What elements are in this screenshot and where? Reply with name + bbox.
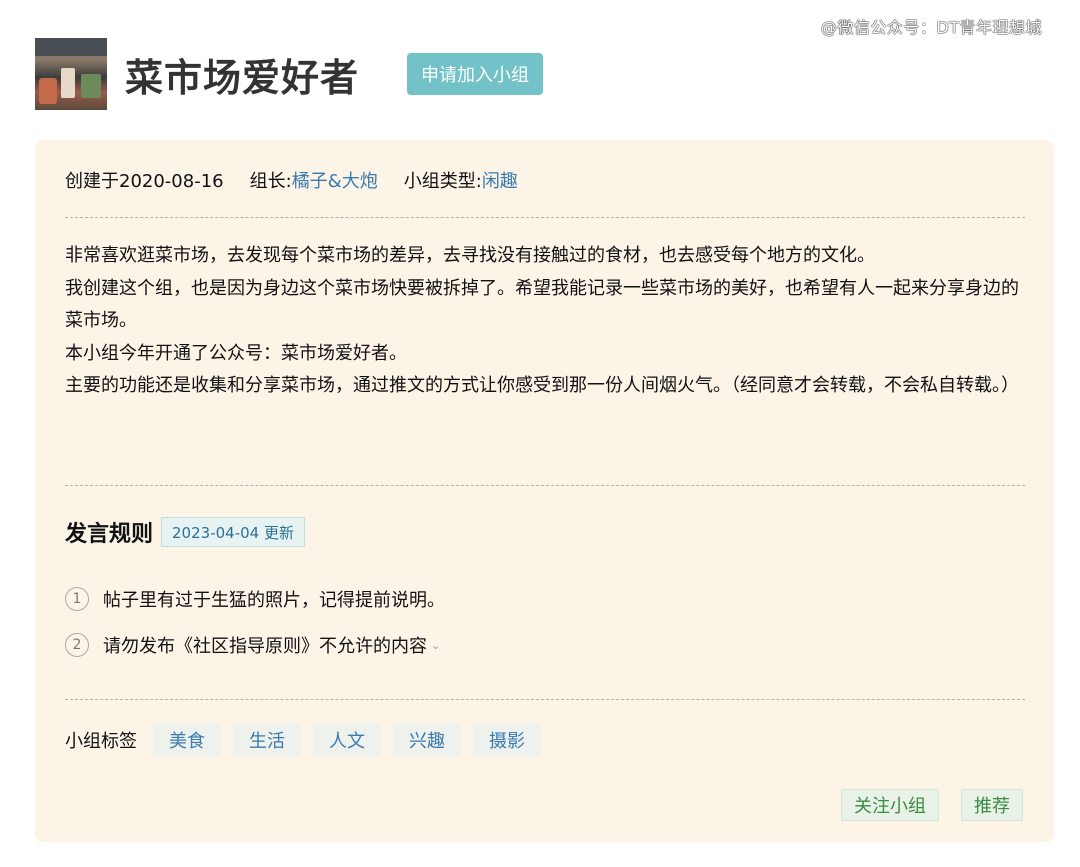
group-header: 菜市场爱好者 申请加入小组 bbox=[35, 38, 544, 110]
watermark: @微信公众号：DT青年理想城 bbox=[820, 18, 1042, 37]
rule-item: 1 帖子里有过于生猛的照片，记得提前说明。 bbox=[65, 586, 445, 612]
rule-item[interactable]: 2 请勿发布《社区指导原则》不允许的内容 ⌄ bbox=[65, 632, 440, 658]
rule-text[interactable]: 请勿发布《社区指导原则》不允许的内容 bbox=[103, 632, 427, 658]
divider bbox=[65, 485, 1025, 486]
rule-text: 帖子里有过于生猛的照片，记得提前说明。 bbox=[103, 590, 445, 611]
description-line: 主要的功能还是收集和分享菜市场，通过推文的方式让你感受到那一份人间烟火气。（经同… bbox=[65, 375, 1019, 396]
divider bbox=[65, 699, 1025, 700]
group-type-link[interactable]: 闲趣 bbox=[482, 167, 518, 193]
created-date: 创建于2020-08-16 bbox=[65, 171, 224, 192]
tag-item[interactable]: 生活 bbox=[233, 723, 301, 757]
group-info-card: 创建于2020-08-16 组长: 橘子&大炮 小组类型: 闲趣 非常喜欢逛菜市… bbox=[35, 140, 1054, 842]
description-line: 非常喜欢逛菜市场，去发现每个菜市场的差异，去寻找没有接触过的食材，也去感受每个地… bbox=[65, 245, 875, 266]
tags-label: 小组标签 bbox=[65, 731, 137, 752]
description-line: 我创建这个组，也是因为身边这个菜市场快要被拆掉了。希望我能记录一些菜市场的美好，… bbox=[65, 277, 1019, 332]
rule-number-icon: 1 bbox=[65, 587, 89, 611]
follow-group-button[interactable]: 关注小组 bbox=[841, 789, 939, 821]
rules-header: 发言规则 2023-04-04 更新 bbox=[65, 516, 305, 548]
chevron-down-icon[interactable]: ⌄ bbox=[431, 639, 440, 652]
rules-title: 发言规则 bbox=[65, 522, 154, 547]
description-line: 本小组今年开通了公众号：菜市场爱好者。 bbox=[65, 342, 407, 364]
rules-updated-badge: 2023-04-04 更新 bbox=[161, 517, 305, 547]
leader-link[interactable]: 橘子&大炮 bbox=[292, 167, 378, 193]
divider bbox=[65, 217, 1025, 218]
group-meta: 创建于2020-08-16 组长: 橘子&大炮 小组类型: 闲趣 bbox=[65, 167, 518, 193]
tag-item[interactable]: 人文 bbox=[313, 723, 381, 757]
group-tags: 小组标签 美食 生活 人文 兴趣 摄影 bbox=[65, 723, 553, 757]
group-type-label: 小组类型: bbox=[403, 171, 482, 192]
tag-item[interactable]: 摄影 bbox=[473, 723, 541, 757]
recommend-button[interactable]: 推荐 bbox=[961, 789, 1023, 821]
group-description: 非常喜欢逛菜市场，去发现每个菜市场的差异，去寻找没有接触过的食材，也去感受每个地… bbox=[65, 240, 1025, 403]
group-actions: 关注小组 推荐 bbox=[819, 789, 1023, 821]
leader-label: 组长: bbox=[249, 171, 292, 192]
join-group-button[interactable]: 申请加入小组 bbox=[407, 53, 544, 95]
tag-item[interactable]: 美食 bbox=[153, 723, 221, 757]
rule-number-icon: 2 bbox=[65, 633, 89, 657]
group-avatar[interactable] bbox=[35, 38, 107, 110]
tag-item[interactable]: 兴趣 bbox=[393, 723, 461, 757]
group-title: 菜市场爱好者 bbox=[125, 55, 360, 100]
